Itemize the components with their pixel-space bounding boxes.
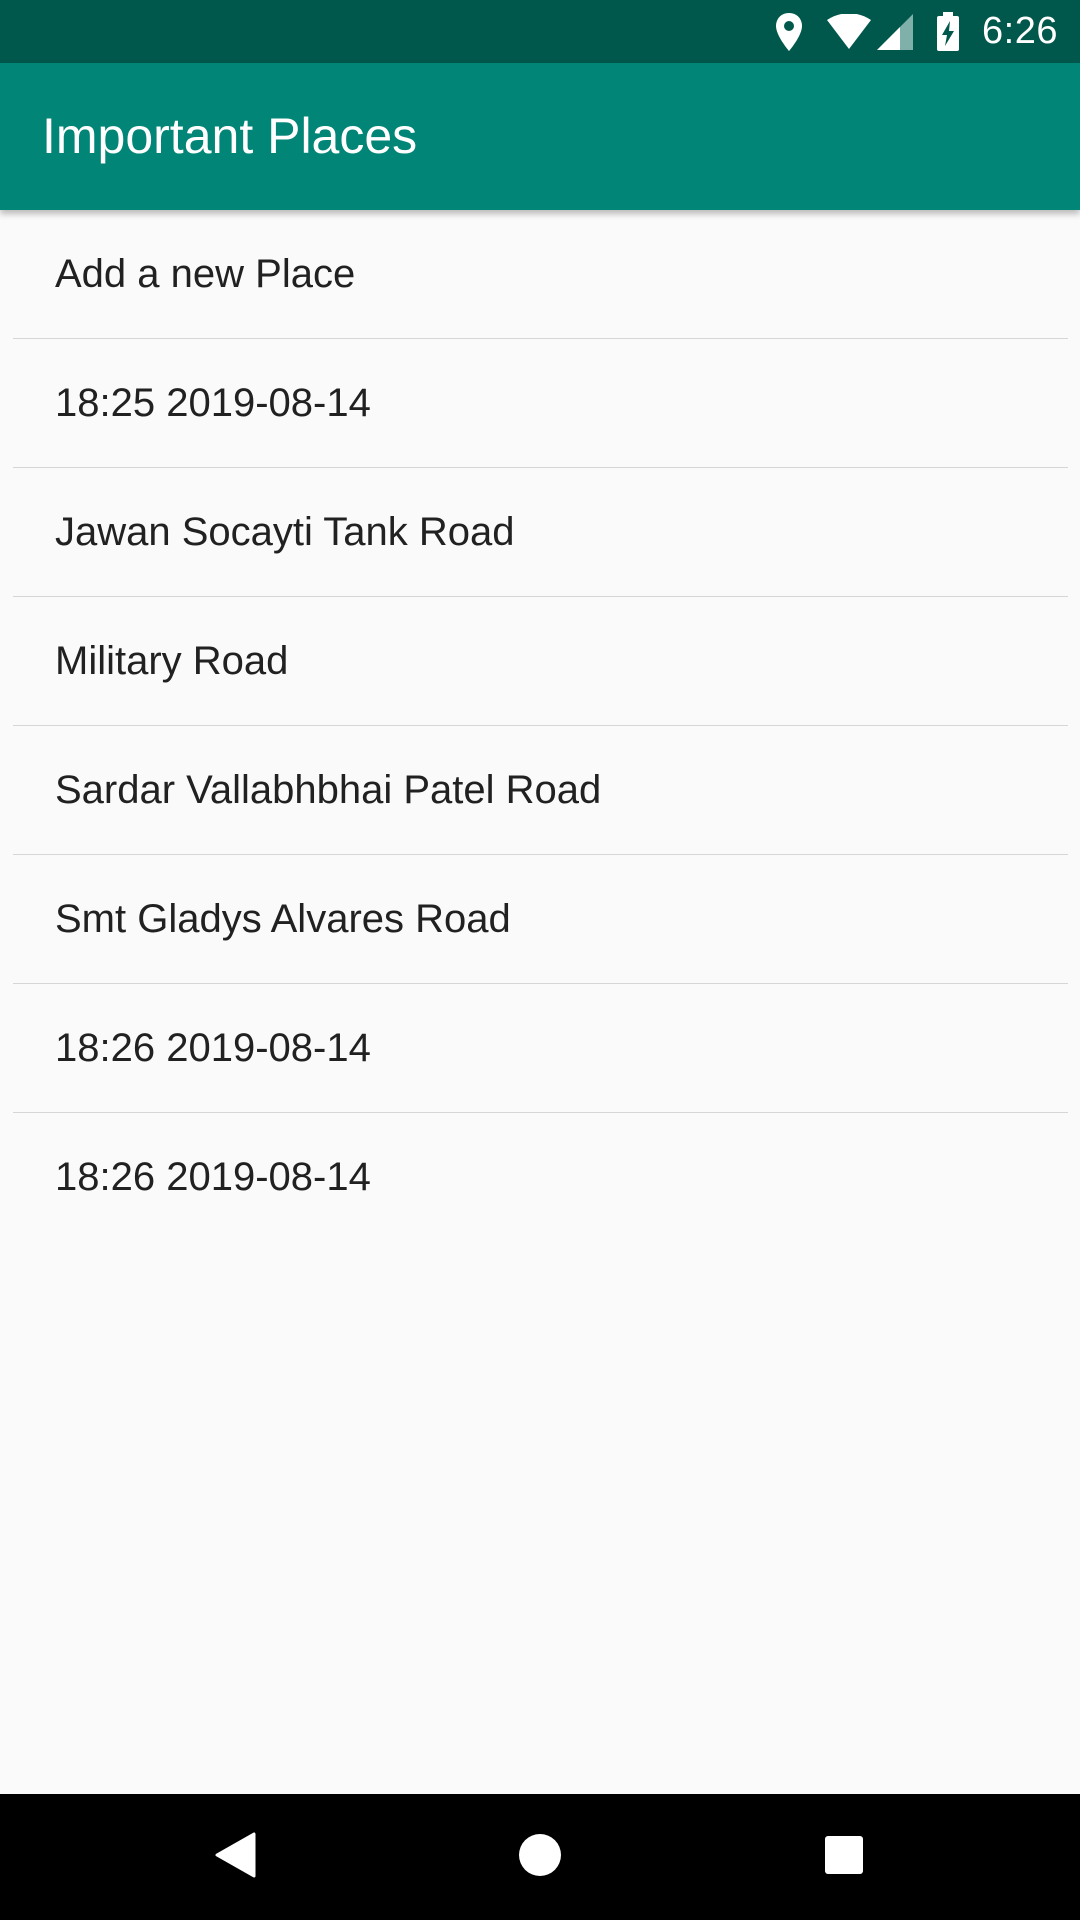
list-item-label: Military Road (55, 639, 289, 683)
list-item-label: Add a new Place (55, 252, 356, 296)
home-icon (518, 1833, 562, 1882)
list-item-label: Sardar Vallabhbhai Patel Road (55, 768, 602, 812)
navigation-bar (0, 1794, 1080, 1920)
list-item-label: 18:26 2019-08-14 (55, 1026, 371, 1070)
list-item[interactable]: Military Road (0, 597, 1080, 725)
battery-charging-icon (936, 11, 960, 52)
page-title: Important Places (42, 108, 418, 164)
back-button[interactable] (172, 1794, 298, 1920)
list-item[interactable]: Sardar Vallabhbhai Patel Road (0, 726, 1080, 854)
list-item-label: 18:25 2019-08-14 (55, 381, 371, 425)
list-item[interactable]: 18:25 2019-08-14 (0, 339, 1080, 467)
list-item[interactable]: 18:26 2019-08-14 (0, 984, 1080, 1112)
cell-signal-icon (876, 13, 914, 51)
list-item[interactable]: Smt Gladys Alvares Road (0, 855, 1080, 983)
recents-button[interactable] (781, 1794, 907, 1920)
status-time: 6:26 (982, 10, 1058, 52)
status-bar: 6:26 (0, 0, 1080, 63)
list-item-add-new-place[interactable]: Add a new Place (0, 210, 1080, 338)
list-item[interactable]: 18:26 2019-08-14 (0, 1113, 1080, 1241)
status-icons: 6:26 (774, 0, 1058, 63)
recents-icon (824, 1835, 864, 1880)
back-icon (214, 1832, 256, 1883)
location-icon (774, 12, 804, 52)
list-item[interactable]: Jawan Socayti Tank Road (0, 468, 1080, 596)
places-list: Add a new Place 18:25 2019-08-14 Jawan S… (0, 210, 1080, 1241)
list-item-label: Smt Gladys Alvares Road (55, 897, 511, 941)
app-bar: Important Places (0, 63, 1080, 210)
home-button[interactable] (477, 1794, 603, 1920)
list-item-label: 18:26 2019-08-14 (55, 1155, 371, 1199)
list-item-label: Jawan Socayti Tank Road (55, 510, 515, 554)
wifi-icon (826, 13, 872, 50)
